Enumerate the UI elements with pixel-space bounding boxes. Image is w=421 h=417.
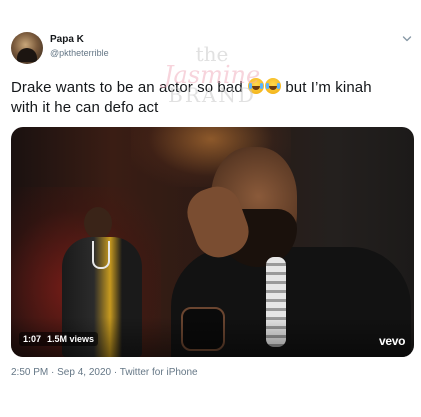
tweet-card: Papa K @pktheterrible Drake wants to be …	[0, 0, 421, 417]
video-duration: 1:07	[23, 334, 42, 344]
author-display-name[interactable]: Papa K	[50, 34, 84, 45]
tweet-text-line2: with it he can defo act	[11, 99, 159, 116]
avatar[interactable]	[11, 32, 43, 64]
tweet-timestamp[interactable]: 2:50 PM · Sep 4, 2020 · Twitter for iPho…	[11, 367, 198, 378]
tears-of-joy-emoji-icon	[265, 78, 282, 94]
video-views: 1.5M views	[47, 334, 95, 344]
tweet-date[interactable]: Sep 4, 2020	[57, 367, 111, 378]
watermark-line1: the	[195, 42, 229, 66]
tweet-text-line1-tail: but I’m kinah	[281, 79, 372, 96]
chevron-down-icon[interactable]	[402, 34, 412, 44]
video-duration-badge: 1:07 1.5M views	[19, 332, 99, 346]
meta-separator: ·	[111, 367, 120, 378]
tweet-text-line1: Drake wants to be an actor so bad	[11, 79, 243, 96]
tweet-time[interactable]: 2:50 PM	[11, 367, 48, 378]
tweet-client[interactable]: Twitter for iPhone	[120, 367, 198, 378]
tears-of-joy-emoji-icon	[248, 78, 265, 94]
vevo-logo: vevo	[379, 334, 406, 348]
meta-separator: ·	[48, 367, 58, 378]
author-handle[interactable]: @pktheterrible	[50, 48, 109, 58]
video-player[interactable]: 1:07 1.5M views vevo	[11, 127, 414, 357]
tweet-text: Drake wants to be an actor so bad but I’…	[11, 78, 415, 118]
